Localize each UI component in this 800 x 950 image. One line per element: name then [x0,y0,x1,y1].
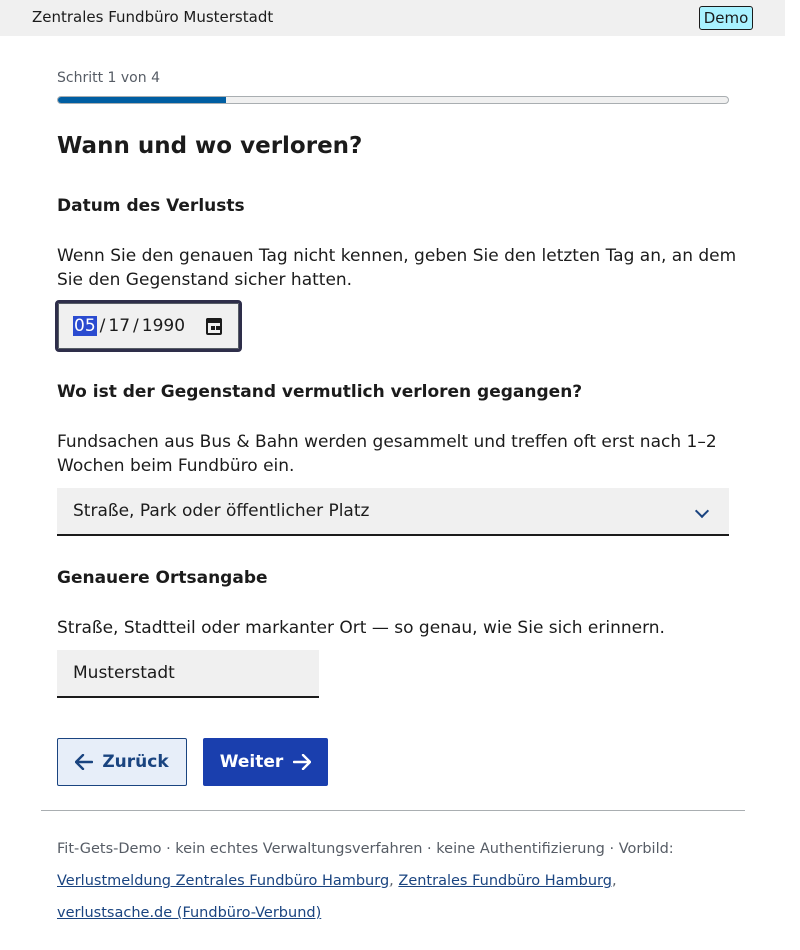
footer-divider [41,810,745,811]
footer-link-verlustmeldung[interactable]: Verlustmeldung Zentrales Fundbüro Hambur… [57,873,389,889]
footer: Fit-Gets-Demo · kein echtes Verwaltungsv… [57,833,747,929]
date-day-segment[interactable]: 17 [108,316,130,336]
org-name: Zentrales Fundbüro Musterstadt [32,8,274,26]
detail-hint: Straße, Stadtteil oder markanter Ort — s… [57,618,665,638]
next-button-label: Weiter [219,752,284,772]
progress-bar [57,96,729,104]
date-label: Datum des Verlusts [57,196,245,216]
calendar-icon[interactable] [206,318,222,335]
back-button[interactable]: Zurück [57,738,187,786]
page-title: Wann und wo verloren? [57,133,363,159]
arrow-right-icon [293,754,312,770]
progress-bar-fill [58,97,226,103]
location-select[interactable]: Straße, Park oder öffentlicher Platz [57,488,729,536]
next-button[interactable]: Weiter [203,738,328,786]
footer-link-verlustsache[interactable]: verlustsache.de (Fundbüro-Verbund) [57,905,321,921]
back-button-label: Zurück [102,752,169,772]
footer-link-separator: , [611,873,617,889]
date-separator: / [99,316,106,336]
footer-link-fundbuero-hamburg[interactable]: Zentrales Fundbüro Hamburg [398,873,612,889]
chevron-down-icon [694,503,710,519]
footer-link-separator: , [389,873,394,889]
demo-badge: Demo [699,6,753,30]
location-hint: Fundsachen aus Bus & Bahn werden gesamme… [57,432,717,476]
location-detail-value: Musterstadt [73,663,175,683]
date-hint: Wenn Sie den genauen Tag nicht kennen, g… [57,246,737,290]
location-detail-input[interactable]: Musterstadt [57,650,319,698]
detail-label: Genauere Ortsangabe [57,568,268,588]
location-select-value: Straße, Park oder öffentlicher Platz [73,501,370,521]
date-separator: / [133,316,139,336]
arrow-left-icon [75,754,94,770]
step-indicator: Schritt 1 von 4 [57,70,160,86]
footer-text: Fit-Gets-Demo · kein echtes Verwaltungsv… [57,841,674,857]
date-month-segment[interactable]: 05 [73,316,97,336]
site-header: Zentrales Fundbüro Musterstadt Demo [0,0,785,36]
date-input[interactable]: 05 / 17 / 1990 [55,300,242,352]
date-year-segment[interactable]: 1990 [142,316,185,336]
location-label: Wo ist der Gegenstand vermutlich verlore… [57,382,583,402]
